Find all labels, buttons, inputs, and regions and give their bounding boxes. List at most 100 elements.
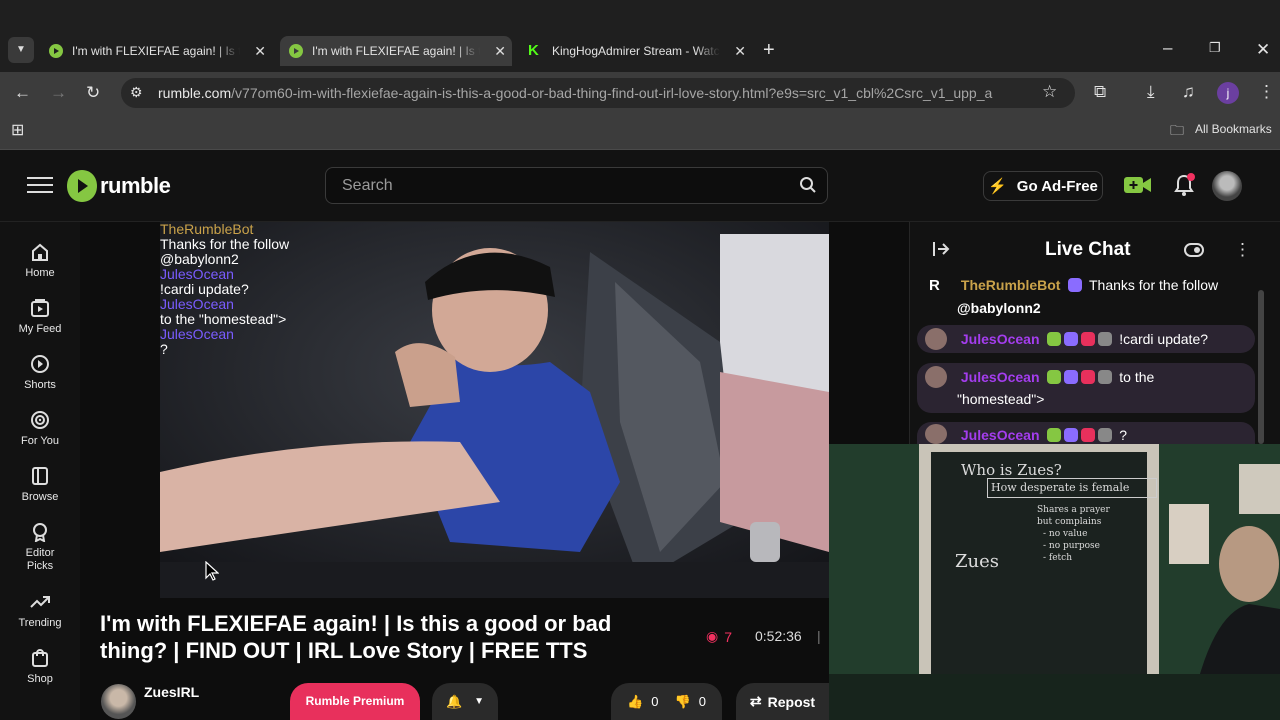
new-tab-icon[interactable]: + xyxy=(763,39,775,62)
red-badge-icon xyxy=(1081,332,1096,346)
forward-icon[interactable]: → xyxy=(50,83,67,103)
chat-username: JulesOcean xyxy=(960,427,1040,443)
close-window-icon[interactable]: ✕ xyxy=(1256,40,1270,60)
url-text[interactable]: rumble.com/v77om60-im-with-flexiefae-aga… xyxy=(158,85,992,101)
notifications-bell-icon[interactable] xyxy=(1173,173,1195,202)
collapse-chat-icon[interactable] xyxy=(932,240,950,263)
tab-title: KingHogAdmirer Stream - Watch xyxy=(552,44,720,58)
bookmarks-bar xyxy=(0,114,1280,150)
close-tab-icon[interactable]: ✕ xyxy=(734,43,746,60)
minimize-icon[interactable]: – xyxy=(1163,38,1172,58)
overlay-chat-line: JulesOcean xyxy=(160,296,234,312)
tab-title: I'm with FLEXIEFAE again! | Is this xyxy=(72,44,240,58)
overlay-chat-line: JulesOcean xyxy=(160,326,234,342)
sidebar-item-label: My Feed xyxy=(18,323,62,335)
left-sidebar: Home My Feed Shorts For You Browse Edito… xyxy=(0,222,80,720)
hamburger-menu-icon[interactable] xyxy=(27,174,53,196)
shorts-icon xyxy=(31,355,49,373)
board-line: How desperate is female xyxy=(987,478,1157,498)
green-badge-icon xyxy=(1047,428,1062,442)
sidebar-item-my-feed[interactable]: My Feed xyxy=(0,298,80,335)
gray-badge-icon xyxy=(1098,428,1113,442)
channel-avatar[interactable] xyxy=(101,684,136,719)
video-title: I'm with FLEXIEFAE again! | Is this a go… xyxy=(100,611,612,663)
overlay-chat-line: to the "homestead"> xyxy=(160,311,287,327)
sidebar-item-label: Home xyxy=(25,267,55,279)
rumble-premium-button[interactable]: Rumble Premium xyxy=(290,683,420,720)
chat-message: JulesOcean !cardi update? xyxy=(917,328,1255,350)
sidebar-item-trending[interactable]: Trending xyxy=(0,592,80,629)
rumble-logo[interactable]: rumble xyxy=(66,169,171,203)
chat-text: to the xyxy=(1119,369,1155,385)
download-icon[interactable]: ⤓ xyxy=(1147,82,1155,102)
thumbs-up-icon[interactable]: 👍 xyxy=(627,694,643,710)
browser-tab-2[interactable]: I'm with FLEXIEFAE again! | Is this ✕ xyxy=(280,36,512,66)
browser-tab-1[interactable]: I'm with FLEXIEFAE again! | Is this ✕ xyxy=(44,36,272,66)
green-badge-icon xyxy=(1047,332,1062,346)
purple-badge-icon xyxy=(1064,370,1079,384)
board-line: - no purpose xyxy=(1043,541,1100,551)
channel-name[interactable]: ZuesIRL xyxy=(144,684,199,700)
close-tab-icon[interactable]: ✕ xyxy=(254,43,266,60)
chat-popout-icon[interactable] xyxy=(1184,242,1204,263)
sidebar-item-for-you[interactable]: For You xyxy=(0,410,80,447)
all-bookmarks-link[interactable]: All Bookmarks xyxy=(1195,122,1272,136)
go-live-camera-icon[interactable] xyxy=(1124,175,1152,200)
green-badge-icon xyxy=(1047,370,1062,384)
profile-avatar[interactable]: j xyxy=(1217,82,1239,104)
chevron-down-icon: ▼ xyxy=(474,696,485,707)
chat-username: JulesOcean xyxy=(960,331,1040,347)
browser-tab-3[interactable]: K KingHogAdmirer Stream - Watch ✕ xyxy=(520,36,752,66)
tab-search-button[interactable]: ▼ xyxy=(8,37,34,63)
rumble-favicon-icon xyxy=(289,44,303,58)
overlay-chat-line: ? xyxy=(160,341,168,357)
stream-chat-overlay: TheRumbleBot Thanks for the follow @babylo… xyxy=(160,222,289,357)
chat-user-avatar xyxy=(925,366,947,388)
chrome-menu-icon[interactable]: ⋮ xyxy=(1258,82,1275,102)
bell-icon: 🔔 xyxy=(445,693,463,709)
sidebar-item-shop[interactable]: Shop xyxy=(0,648,80,685)
search-input[interactable] xyxy=(325,167,828,204)
board-line: but complains xyxy=(1037,517,1102,527)
red-badge-icon xyxy=(1081,370,1096,384)
extensions-icon[interactable]: ⧉ xyxy=(1094,82,1106,102)
user-avatar[interactable] xyxy=(1212,171,1242,201)
chat-username: TheRumbleBot xyxy=(960,277,1061,293)
streamer-webcam-overlay: Who is Zues? How desperate is female Sha… xyxy=(829,444,1280,720)
site-info-icon[interactable]: ⚙ xyxy=(130,84,143,101)
chat-text: @babylonn2 xyxy=(957,300,1041,316)
reload-icon[interactable]: ↻ xyxy=(86,83,100,103)
search-placeholder: Search xyxy=(342,177,393,194)
chat-text: !cardi update? xyxy=(1119,331,1209,347)
chat-user-avatar xyxy=(925,424,947,444)
feed-icon xyxy=(31,299,49,317)
search-icon[interactable] xyxy=(799,176,817,199)
sidebar-item-editor-picks[interactable]: Editor Picks xyxy=(0,522,80,573)
sidebar-item-browse[interactable]: Browse xyxy=(0,466,80,503)
go-ad-free-button[interactable]: ⚡ Go Ad-Free xyxy=(983,171,1103,201)
overlay-chat-line: Thanks for the follow xyxy=(160,236,290,252)
thumbs-down-icon[interactable]: 👎 xyxy=(675,694,691,710)
sidebar-item-label: Trending xyxy=(18,617,62,629)
back-icon[interactable]: ← xyxy=(14,83,31,103)
sidebar-item-label: Shop xyxy=(27,673,53,685)
board-line: Shares a prayer xyxy=(1037,505,1110,515)
tab-title: I'm with FLEXIEFAE again! | Is this xyxy=(312,44,480,58)
chat-options-icon[interactable]: ⋮ xyxy=(1234,240,1251,260)
close-tab-icon[interactable]: ✕ xyxy=(494,43,506,60)
repost-button[interactable]: ⇄ Repost xyxy=(736,683,829,720)
sidebar-item-home[interactable]: Home xyxy=(0,242,80,279)
chat-scrollbar[interactable] xyxy=(1258,290,1264,444)
bookmark-star-icon[interactable]: ☆ xyxy=(1042,82,1057,102)
shop-icon xyxy=(32,649,48,667)
chat-message: JulesOcean ? xyxy=(917,424,1255,446)
overlay-chat-line: !cardi update? xyxy=(160,281,249,297)
notification-toggle-button[interactable]: 🔔 ▼ xyxy=(432,683,498,720)
chat-text: "homestead"> xyxy=(957,391,1045,407)
mouse-cursor-icon xyxy=(205,560,220,586)
maximize-icon[interactable]: ❐ xyxy=(1209,40,1221,56)
media-control-icon[interactable]: ♫ xyxy=(1182,82,1195,102)
sidebar-item-shorts[interactable]: Shorts xyxy=(0,354,80,391)
apps-grid-icon[interactable]: ⊞ xyxy=(11,120,24,140)
sidebar-item-label: Browse xyxy=(21,491,59,503)
